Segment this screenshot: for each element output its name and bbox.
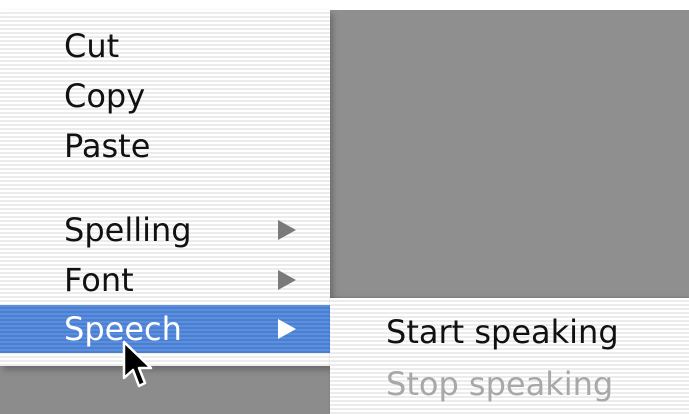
submenu-item-start-speaking[interactable]: Start speaking (330, 306, 689, 358)
context-menu: Cut Copy Paste Spelling Font Speech (0, 10, 330, 366)
menu-item-label: Font (64, 261, 134, 299)
menu-item-label: Copy (64, 77, 146, 115)
menu-item-font[interactable]: Font (0, 256, 330, 304)
gray-window-area (329, 10, 689, 298)
submenu-item-label: Start speaking (386, 313, 619, 351)
menu-item-label: Paste (64, 127, 151, 165)
menu-item-label: Spelling (64, 211, 192, 249)
menu-item-paste[interactable]: Paste (0, 122, 330, 170)
menu-item-copy[interactable]: Copy (0, 72, 330, 120)
submenu-arrow-icon (278, 270, 296, 290)
arrow-pointer-icon (122, 340, 153, 388)
gray-window-area-bottom (0, 360, 330, 414)
menu-item-cut[interactable]: Cut (0, 22, 330, 70)
submenu-item-label: Stop speaking (386, 365, 614, 403)
speech-submenu: Start speaking Stop speaking (330, 298, 689, 414)
submenu-arrow-icon (278, 319, 296, 339)
menu-item-speech[interactable]: Speech (0, 305, 330, 353)
window-edge (0, 0, 689, 10)
submenu-arrow-icon (278, 220, 296, 240)
menu-item-spelling[interactable]: Spelling (0, 206, 330, 254)
submenu-item-stop-speaking: Stop speaking (330, 358, 689, 410)
menu-item-label: Cut (64, 27, 120, 65)
